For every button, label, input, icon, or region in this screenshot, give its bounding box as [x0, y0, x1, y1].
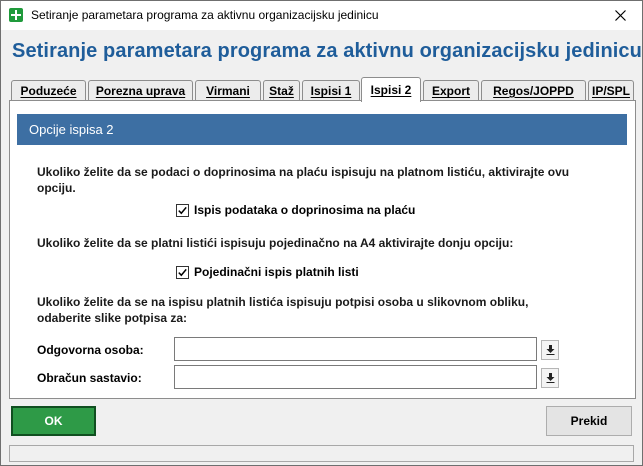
doprinosi-checkbox[interactable]	[176, 203, 189, 217]
checkmark-icon	[178, 268, 187, 276]
tab-porezna-uprava[interactable]: Porezna uprava	[88, 80, 193, 101]
app-icon	[9, 8, 23, 22]
dialog-window: Setiranje parametara programa za aktivnu…	[0, 0, 643, 466]
cancel-button[interactable]: Prekid	[546, 406, 632, 436]
tab-bar: Poduzeće Porezna uprava Virmani Staž Isp…	[9, 77, 636, 102]
tab-poduzece[interactable]: Poduzeće	[11, 80, 86, 101]
section-header: Opcije ispisa 2	[17, 114, 627, 145]
tab-export[interactable]: Export	[423, 80, 479, 101]
odgovorna-osoba-field[interactable]	[174, 337, 537, 361]
ok-button[interactable]: OK	[11, 406, 96, 436]
page-title: Setiranje parametara programa za aktivnu…	[12, 40, 642, 62]
odgovorna-osoba-browse-button[interactable]	[541, 340, 559, 360]
tab-staz[interactable]: Staž	[263, 80, 300, 101]
tab-ispisi-2[interactable]: Ispisi 2	[361, 77, 421, 102]
checkmark-icon	[178, 206, 187, 214]
tab-ispisi-1[interactable]: Ispisi 1	[302, 80, 360, 101]
tab-ip-spl[interactable]: IP/SPL	[588, 80, 634, 101]
close-icon	[614, 10, 626, 21]
obracun-sastavio-label: Obračun sastavio:	[37, 371, 142, 385]
download-icon	[546, 345, 554, 355]
potpisi-description: Ukoliko želite da se na ispisu platnih l…	[37, 295, 529, 325]
status-bar	[9, 445, 634, 462]
tab-regos-joppd[interactable]: Regos/JOPPD	[481, 80, 586, 101]
tab-virmani[interactable]: Virmani	[195, 80, 261, 101]
obracun-sastavio-browse-button[interactable]	[541, 368, 559, 388]
close-button[interactable]	[598, 1, 642, 30]
obracun-sastavio-field[interactable]	[174, 365, 537, 389]
pojedinacni-checkbox[interactable]	[176, 265, 189, 279]
doprinosi-checkbox-label: Ispis podataka o doprinosima na plaću	[194, 203, 416, 217]
pojedinacni-option[interactable]: Pojedinačni ispis platnih listi	[176, 265, 359, 279]
doprinosi-description: Ukoliko želite da se podaci o doprinosim…	[37, 165, 570, 195]
window-title: Setiranje parametara programa za aktivnu…	[31, 8, 379, 22]
title-bar: Setiranje parametara programa za aktivnu…	[1, 1, 642, 30]
tab-panel: Opcije ispisa 2 Ukoliko želite da se pod…	[9, 100, 636, 399]
download-icon	[546, 373, 554, 383]
doprinosi-option[interactable]: Ispis podataka o doprinosima na plaću	[176, 203, 415, 217]
pojedinacni-checkbox-label: Pojedinačni ispis platnih listi	[194, 265, 359, 279]
odgovorna-osoba-label: Odgovorna osoba:	[37, 343, 144, 357]
pojedinacni-description: Ukoliko želite da se platni listići ispi…	[37, 236, 514, 250]
